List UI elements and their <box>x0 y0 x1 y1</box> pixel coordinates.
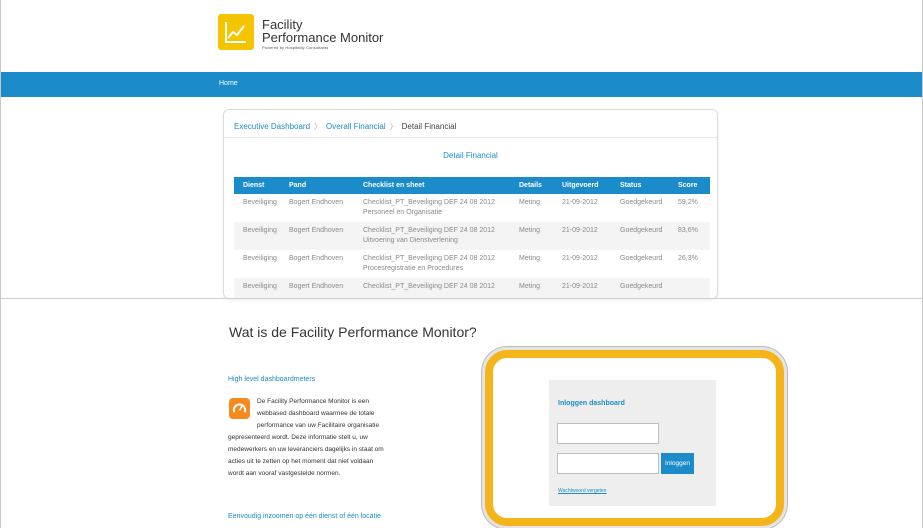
breadcrumb: Executive Dashboard 〉 Overall Financial 〉 De… <box>234 121 456 132</box>
forgot-password-link[interactable]: Wachtwoord vergeten <box>558 488 606 494</box>
login-title: Inloggen dashboard <box>558 400 625 407</box>
brand-title-line2: Performance Monitor <box>262 30 384 45</box>
description-line: acties uit te zetten op het moment dat n… <box>228 458 374 465</box>
table-cell: 21-09-2012 <box>562 199 598 206</box>
breadcrumb-separator: 〉 <box>314 122 323 131</box>
table-cell: Meting <box>519 199 541 206</box>
table-cell: 21-09-2012 <box>553 222 611 250</box>
table-cell: Beveiliging <box>243 255 277 262</box>
description-line: gepresenteerd wordt. Deze informatie ste… <box>228 434 368 441</box>
brand-tagline: Powered by Hospitality Consultants <box>262 45 329 50</box>
column-header[interactable]: Pand <box>280 177 354 194</box>
table-cell: Meting <box>510 278 553 298</box>
divider <box>224 137 717 138</box>
table-cell: Checklist_PT_Beveiliging DEF 24 08 2012 … <box>363 199 495 216</box>
table-cell: Checklist_PT_Beveiliging DEF 24 08 2012 <box>354 278 510 298</box>
card-title: Detail Financial <box>443 151 498 160</box>
nav-home-link[interactable]: Home <box>219 80 238 87</box>
main-nav: Home <box>1 72 922 97</box>
section-divider <box>1 298 922 299</box>
logo[interactable] <box>218 14 254 50</box>
table-header-row: Dienst Pand Checklist en sheet Details U… <box>234 177 710 194</box>
table-cell: Bogert Endhoven <box>280 278 354 298</box>
table-cell: Goedgekeurd <box>611 222 669 250</box>
table-cell: Goedgekeurd <box>620 255 663 262</box>
table-cell: 26,3% <box>678 255 698 262</box>
breadcrumb-item[interactable]: Overall Financial <box>326 122 386 131</box>
table-cell: Checklist_PT_Beveiliging DEF 24 08 2012 … <box>363 255 495 272</box>
section-subheading[interactable]: Eenvoudig inzoomen op één dienst of één … <box>228 513 381 520</box>
table-cell: Goedgekeurd <box>611 278 669 298</box>
username-input[interactable] <box>557 423 659 444</box>
table-cell: Bogert Endhoven <box>289 199 344 206</box>
description-line: medewerkers en uw leveranciers dagelijks… <box>228 446 384 453</box>
page-title: Wat is de Facility Performance Monitor? <box>229 324 477 340</box>
table-cell: Checklist_PT_Beveiliging DEF 24 08 2012 … <box>354 222 510 250</box>
table-cell: Meting <box>510 222 553 250</box>
description-line: webbased dashboard waarmee de totale <box>257 410 375 417</box>
table-cell: Bogert Endhoven <box>289 255 344 262</box>
column-header[interactable]: Score <box>669 177 710 194</box>
column-header[interactable]: Details <box>510 177 553 194</box>
table-row[interactable]: Beveiliging Bogert Endhoven Checklist_PT… <box>234 222 710 250</box>
dashboard-preview-card: Executive Dashboard 〉 Overall Financial 〉 De… <box>223 109 718 299</box>
table-cell: Beveiliging <box>234 222 280 250</box>
breadcrumb-current: Detail Financial <box>401 122 457 131</box>
table-cell: Meting <box>519 255 541 262</box>
table-row[interactable]: Beveiliging Bogert Endhoven Checklist_PT… <box>234 250 710 278</box>
description-line: performance van uw Facilitaire organisat… <box>257 422 380 429</box>
breadcrumb-item[interactable]: Executive Dashboard <box>234 122 310 131</box>
table-cell: Goedgekeurd <box>620 199 663 206</box>
table-cell: Beveiliging <box>234 278 280 298</box>
chart-icon <box>225 22 246 43</box>
column-header[interactable]: Uitgevoerd <box>553 177 611 194</box>
login-button[interactable]: Inloggen <box>661 453 694 474</box>
section-subheading[interactable]: High level dashboardmeters <box>228 376 315 383</box>
table-row[interactable]: Beveiliging Bogert Endhoven Checklist_PT… <box>234 278 710 298</box>
breadcrumb-separator: 〉 <box>389 122 398 131</box>
table-row[interactable]: Beveiliging Bogert Endhoven Checklist_PT… <box>234 194 710 222</box>
column-header[interactable]: Checklist en sheet <box>354 177 510 194</box>
results-table: Dienst Pand Checklist en sheet Details U… <box>234 177 710 298</box>
table-cell <box>669 278 710 298</box>
table-cell: 21-09-2012 <box>562 255 598 262</box>
description-line: De Facility Performance Monitor is een <box>257 398 369 405</box>
table-cell: 21-09-2012 <box>553 278 611 298</box>
table-cell: Beveiliging <box>243 199 277 206</box>
speedometer-icon <box>229 398 250 419</box>
description-line: wordt aan vooraf vastgestelde normen. <box>228 470 341 477</box>
column-header[interactable]: Dienst <box>234 177 280 194</box>
table-cell: 59,2% <box>678 199 698 206</box>
table-cell: Bogert Endhoven <box>280 222 354 250</box>
password-input[interactable] <box>557 453 659 474</box>
table-cell: 83,6% <box>669 222 710 250</box>
column-header[interactable]: Status <box>611 177 669 194</box>
